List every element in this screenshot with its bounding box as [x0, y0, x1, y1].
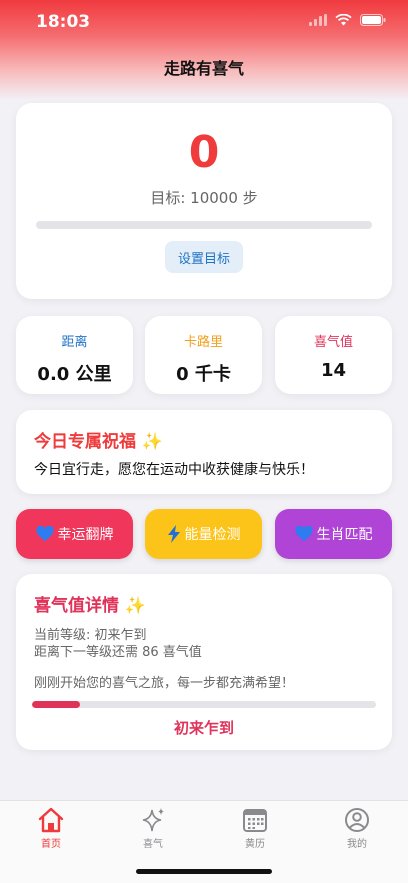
- calories-label: 卡路里: [183, 335, 223, 350]
- distance-card: 距离 0.0 公里: [16, 316, 133, 394]
- next-level-text: 距离下一等级还需 86 喜气值: [34, 645, 202, 660]
- zodiac-match-button[interactable]: 生肖匹配: [275, 509, 392, 559]
- blessing-title-text: 今日专属祝福: [34, 432, 136, 452]
- daily-blessing-card: 今日专属祝福 ✨ 今日宜行走，愿您在运动中收获健康与快乐！: [16, 410, 392, 494]
- tab-profile-label: 我的: [347, 839, 367, 850]
- joy-level-name: 初来乍到: [173, 719, 234, 737]
- zodiac-match-label: 生肖匹配: [316, 527, 373, 543]
- tab-home[interactable]: 首页: [11, 807, 91, 853]
- tab-joy-label: 喜气: [143, 839, 163, 850]
- tab-joy[interactable]: 喜气: [113, 807, 193, 853]
- profile-icon: [345, 808, 369, 832]
- energy-check-button[interactable]: 能量检测: [145, 509, 262, 559]
- energy-check-label: 能量检测: [184, 527, 241, 543]
- joy-points-value: 14: [320, 360, 347, 381]
- sparkle-icon: [142, 808, 164, 832]
- step-count: 0: [188, 127, 220, 178]
- tab-home-label: 首页: [41, 839, 61, 850]
- distance-value: 0.0 公里: [37, 364, 112, 385]
- heart-icon: [35, 526, 54, 541]
- signal-icon: [309, 14, 327, 26]
- status-time: 18:03: [36, 12, 91, 32]
- blessing-title: 今日专属祝福 ✨: [34, 427, 163, 452]
- joy-points-label: 喜气值: [313, 335, 353, 350]
- tab-almanac-label: 黄历: [245, 839, 265, 850]
- home-indicator: [136, 869, 272, 874]
- steps-card: 0 目标: 10000 步 设置目标: [16, 103, 392, 299]
- lucky-card-button[interactable]: 幸运翻牌: [16, 509, 133, 559]
- tab-profile[interactable]: 我的: [317, 807, 397, 853]
- calendar-icon: [243, 809, 267, 832]
- step-progress-bar: [36, 221, 372, 229]
- tab-almanac[interactable]: 黄历: [215, 807, 295, 853]
- joy-detail-title: 喜气值详情 ✨: [34, 591, 146, 616]
- home-icon: [38, 807, 64, 833]
- blessing-text: 今日宜行走，愿您在运动中收获健康与快乐！: [34, 462, 314, 478]
- joy-points-card: 喜气值 14: [275, 316, 392, 394]
- encouragement-text: 刚刚开始您的喜气之旅，每一步都充满希望！: [34, 676, 295, 691]
- page-title: 走路有喜气: [163, 59, 244, 78]
- joy-progress-bar: [32, 701, 376, 708]
- set-goal-button[interactable]: 设置目标: [165, 241, 243, 273]
- calories-value: 0 千卡: [176, 364, 231, 385]
- sparkle-emoji: ✨: [141, 432, 164, 452]
- joy-progress-fill: [32, 701, 81, 708]
- joy-detail-card: 喜气值详情 ✨ 当前等级: 初来乍到 距离下一等级还需 86 喜气值 刚刚开始您…: [16, 574, 392, 750]
- status-icons: [309, 14, 386, 26]
- step-goal-text: 目标: 10000 步: [150, 189, 258, 207]
- status-bar: 18:03: [0, 0, 408, 44]
- distance-label: 距离: [61, 335, 88, 350]
- joy-detail-title-text: 喜气值详情: [34, 596, 119, 616]
- calories-card: 卡路里 0 千卡: [145, 316, 262, 394]
- heart-icon: [294, 526, 313, 541]
- wifi-icon: [335, 14, 352, 26]
- battery-icon: [360, 14, 386, 26]
- lucky-card-label: 幸运翻牌: [57, 527, 114, 543]
- bolt-icon: [167, 525, 180, 543]
- sparkle-emoji: ✨: [124, 596, 147, 616]
